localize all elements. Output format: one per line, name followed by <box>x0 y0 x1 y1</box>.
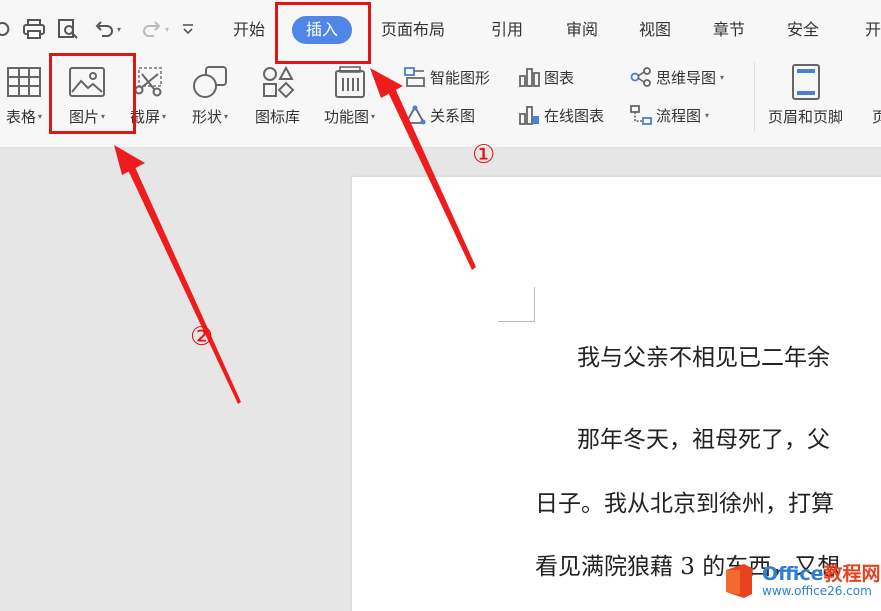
step-2-marker: ② <box>190 322 214 352</box>
arrow-to-insert-tab <box>388 88 476 270</box>
watermark: Office教程网 www.office26.com <box>722 562 881 600</box>
arrowhead-insert-tab <box>370 68 403 98</box>
annotation-arrows <box>114 68 476 404</box>
watermark-url: www.office26.com <box>762 584 872 598</box>
arrow-to-picture-button <box>128 167 241 404</box>
step-1-marker: ① <box>472 140 496 170</box>
watermark-brand-en: Office <box>762 563 824 585</box>
office-logo-icon <box>726 564 752 598</box>
arrowhead-picture-button <box>114 145 145 175</box>
watermark-brand-cn: 教程网 <box>823 563 881 585</box>
